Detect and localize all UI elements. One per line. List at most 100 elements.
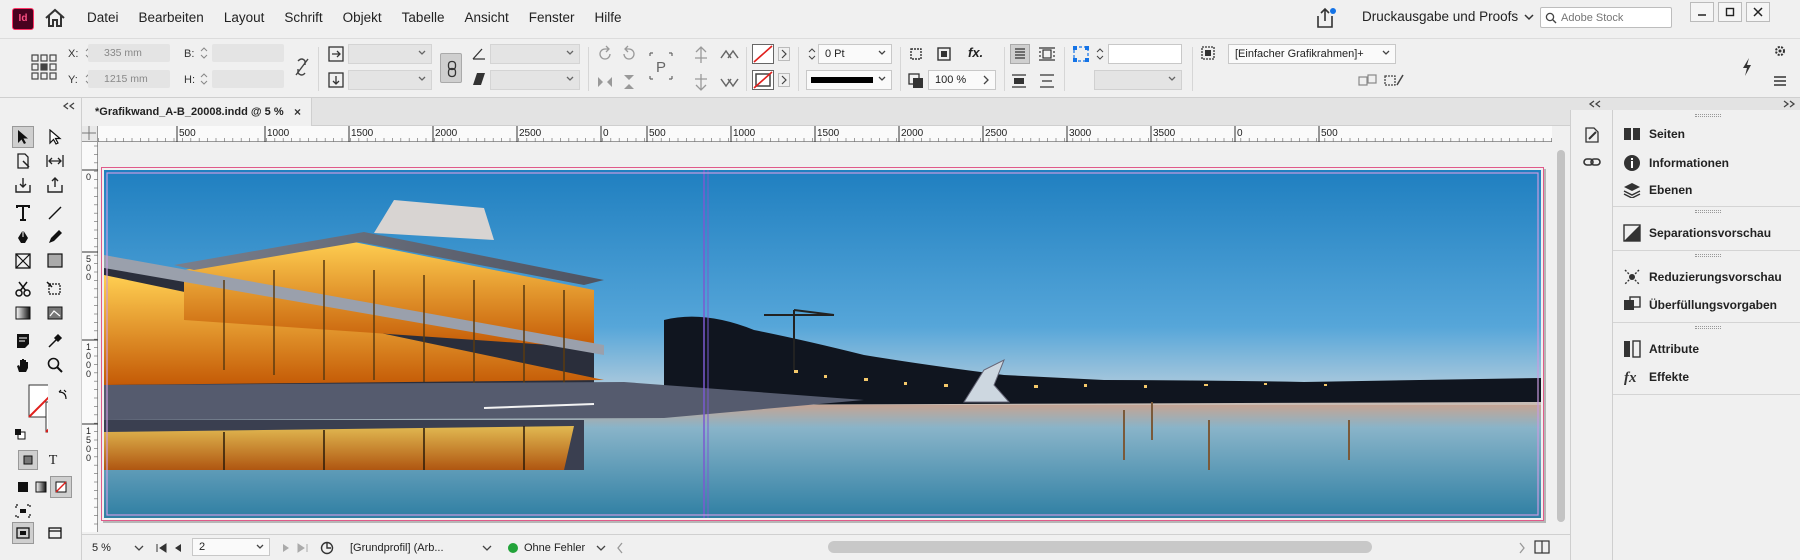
select-content-icon[interactable] bbox=[692, 73, 710, 91]
normal-view-icon[interactable] bbox=[12, 522, 34, 544]
free-transform-tool-icon[interactable] bbox=[44, 278, 66, 300]
menu-bearbeiten[interactable]: Bearbeiten bbox=[139, 10, 204, 25]
chevron-down-icon[interactable] bbox=[482, 544, 492, 552]
chevron-right-icon[interactable] bbox=[778, 47, 790, 61]
rectangle-frame-tool-icon[interactable] bbox=[12, 250, 34, 272]
last-page-icon[interactable] bbox=[296, 543, 308, 553]
panel-grip[interactable] bbox=[1695, 254, 1721, 257]
stroke-weight-stepper[interactable] bbox=[806, 45, 818, 63]
note-tool-icon[interactable] bbox=[12, 330, 34, 352]
width-field[interactable] bbox=[212, 44, 284, 62]
content-position-icon[interactable]: P bbox=[648, 51, 674, 81]
formatting-text-icon[interactable]: T bbox=[42, 450, 64, 472]
rotate-ccw-icon[interactable] bbox=[620, 45, 638, 63]
y-field[interactable]: 1215 mm bbox=[88, 70, 170, 88]
spacing-stepper[interactable] bbox=[1094, 45, 1106, 63]
collapse-panel-icon[interactable] bbox=[62, 102, 76, 110]
text-wrap-none-button[interactable] bbox=[1010, 44, 1030, 64]
customize-control-icon[interactable] bbox=[1772, 43, 1788, 59]
edit-icon[interactable] bbox=[1583, 126, 1601, 144]
scroll-right-icon[interactable] bbox=[1518, 542, 1526, 554]
height-stepper[interactable] bbox=[198, 70, 210, 88]
menu-objekt[interactable]: Objekt bbox=[343, 10, 382, 25]
auto-fit-icon[interactable] bbox=[1072, 45, 1090, 63]
panel-separationsvorschau[interactable]: Separationsvorschau bbox=[1623, 224, 1771, 242]
text-wrap-box-icon[interactable] bbox=[1038, 45, 1056, 63]
vertical-scroll-thumb[interactable] bbox=[1557, 150, 1565, 522]
share-icon[interactable] bbox=[1312, 6, 1338, 30]
menu-ansicht[interactable]: Ansicht bbox=[464, 10, 508, 25]
scale-x-field[interactable] bbox=[348, 44, 432, 64]
hand-tool-icon[interactable] bbox=[12, 354, 34, 376]
panel-grip[interactable] bbox=[1695, 210, 1721, 213]
rectangle-tool-icon[interactable] bbox=[44, 250, 66, 272]
split-window-icon[interactable] bbox=[1534, 540, 1550, 554]
fit-content-icon[interactable] bbox=[936, 46, 952, 62]
color-profile[interactable]: [Grundprofil] (Arb... bbox=[350, 542, 444, 554]
pencil-tool-icon[interactable] bbox=[44, 226, 66, 248]
open-document-icon[interactable] bbox=[320, 541, 334, 555]
chevron-down-icon[interactable] bbox=[596, 544, 606, 552]
zoom-level[interactable]: 5 % bbox=[92, 542, 111, 554]
home-icon[interactable] bbox=[44, 8, 66, 28]
vertical-ruler[interactable]: 050010001500 bbox=[82, 142, 98, 532]
frame-fitting-icon[interactable] bbox=[908, 46, 924, 62]
stroke-weight-field[interactable]: 0 Pt bbox=[818, 44, 892, 64]
chevron-right-icon[interactable] bbox=[778, 73, 790, 87]
panel-ueberfuellungsvorgaben[interactable]: Überfüllungsvorgaben bbox=[1623, 296, 1777, 314]
scissors-tool-icon[interactable] bbox=[12, 278, 34, 300]
links-icon[interactable] bbox=[1583, 156, 1601, 168]
next-page-icon[interactable] bbox=[282, 543, 290, 553]
direct-selection-tool-icon[interactable] bbox=[44, 126, 66, 148]
fill-stroke-swatch[interactable] bbox=[12, 384, 48, 433]
selection-tool-icon[interactable] bbox=[12, 126, 34, 148]
drop-shadow-icon[interactable] bbox=[908, 73, 924, 89]
panel-menu-icon[interactable] bbox=[1772, 75, 1788, 87]
reference-point-icon[interactable] bbox=[30, 53, 58, 81]
menu-datei[interactable]: Datei bbox=[87, 10, 119, 25]
clear-attributes-icon[interactable] bbox=[1384, 73, 1404, 87]
panel-ebenen[interactable]: Ebenen bbox=[1623, 182, 1692, 198]
adobe-stock-search[interactable] bbox=[1540, 7, 1672, 28]
gradient-swatch-tool-icon[interactable] bbox=[12, 302, 34, 324]
stock-search-input[interactable] bbox=[1561, 11, 1665, 24]
clear-overrides-icon[interactable] bbox=[1358, 73, 1378, 87]
expand-panel-icon[interactable] bbox=[1782, 100, 1796, 108]
previous-page-icon[interactable] bbox=[174, 543, 182, 553]
page-tool-icon[interactable] bbox=[12, 150, 34, 172]
quick-apply-icon[interactable] bbox=[1740, 57, 1754, 77]
apply-none-icon[interactable] bbox=[50, 476, 72, 498]
pen-tool-icon[interactable] bbox=[12, 226, 34, 248]
panel-grip[interactable] bbox=[1695, 114, 1721, 117]
scroll-left-icon[interactable] bbox=[616, 542, 624, 554]
rotation-field[interactable] bbox=[490, 44, 580, 64]
width-stepper[interactable] bbox=[198, 44, 210, 62]
align-dropdown[interactable] bbox=[1094, 70, 1182, 90]
menu-fenster[interactable]: Fenster bbox=[529, 10, 575, 25]
zoom-tool-icon[interactable] bbox=[44, 354, 66, 376]
maximize-button[interactable] bbox=[1718, 2, 1742, 22]
select-next-icon[interactable] bbox=[718, 73, 740, 91]
spacing-field[interactable] bbox=[1108, 44, 1182, 64]
chevron-down-icon[interactable] bbox=[134, 544, 144, 552]
select-previous-icon[interactable] bbox=[718, 46, 740, 64]
workspace-switcher[interactable]: Druckausgabe und Proofs bbox=[1362, 9, 1534, 24]
flip-horizontal-icon[interactable] bbox=[596, 73, 614, 91]
panel-attribute[interactable]: Attribute bbox=[1623, 340, 1699, 358]
menu-hilfe[interactable]: Hilfe bbox=[595, 10, 622, 25]
horizontal-ruler[interactable]: 0 500 1000 1500 2000 2500 0 500 1000 1500 2000 2500… bbox=[82, 126, 1552, 142]
menu-tabelle[interactable]: Tabelle bbox=[402, 10, 445, 25]
scale-y-field[interactable] bbox=[348, 70, 432, 90]
panel-reduzierungsvorschau[interactable]: Reduzierungsvorschau bbox=[1623, 268, 1782, 286]
apply-gradient-icon[interactable] bbox=[30, 476, 52, 498]
minimize-button[interactable] bbox=[1690, 2, 1714, 22]
gap-tool-icon[interactable] bbox=[44, 150, 66, 172]
panel-seiten[interactable]: Seiten bbox=[1623, 126, 1685, 142]
line-tool-icon[interactable] bbox=[44, 202, 66, 224]
page-number-field[interactable]: 2 bbox=[192, 538, 270, 556]
preflight-status[interactable]: Ohne Fehler bbox=[524, 542, 585, 554]
x-field[interactable]: 335 mm bbox=[88, 44, 170, 62]
panel-effekte[interactable]: fx Effekte bbox=[1623, 368, 1689, 386]
stroke-swatch-none[interactable] bbox=[752, 70, 774, 90]
eyedropper-tool-icon[interactable] bbox=[44, 330, 66, 352]
